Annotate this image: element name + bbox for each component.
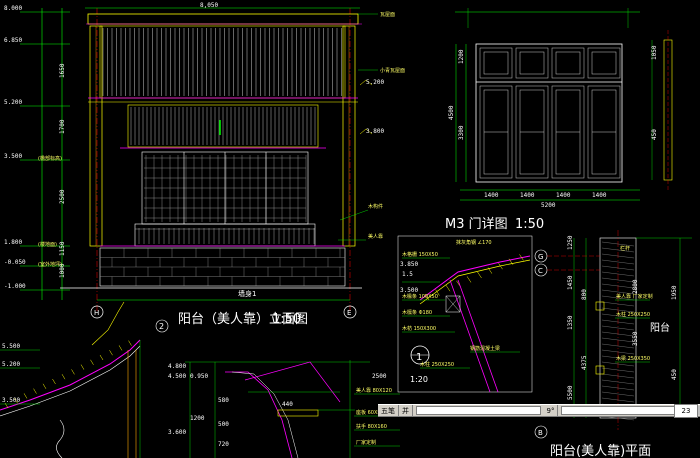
command-input-field[interactable]: [416, 406, 541, 415]
cad-drawing-canvas[interactable]: 阳台（美人靠）立面图 1:50 M3 门详图 1:50 阳台(美人靠)平面 墙身…: [0, 0, 700, 458]
ime-mode-label[interactable]: 五笔: [378, 405, 399, 416]
plan-note: 栏杆: [620, 245, 630, 252]
plan-room-label: 阳台: [650, 321, 670, 334]
door-right-dimension: 1050: [651, 45, 658, 60]
section-dimension: 500: [218, 421, 229, 428]
plan-note: 木梁 250X350: [616, 355, 650, 362]
left-level-mark: 6.850: [4, 37, 22, 44]
left-mid-dimension: 1150: [59, 241, 66, 256]
ime-option-label[interactable]: 并: [399, 405, 413, 416]
bottom-left-level-mark: 5.500: [2, 343, 20, 350]
left-mid-dimension: 1700: [59, 119, 66, 134]
left-mid-dimension: 1650: [59, 63, 66, 78]
elevation-callout: 美人靠: [368, 233, 383, 240]
detail-note: 木柱 250X250: [420, 361, 454, 368]
left-level-mark: -1.000: [4, 283, 26, 290]
bottom-left-level-mark: 3.500: [2, 397, 20, 404]
section-dimension: 2500: [372, 373, 387, 380]
section-dimension: 440: [282, 401, 293, 408]
plan-dimension: 450: [671, 369, 678, 380]
plan-note: 木柱 250X250: [616, 311, 650, 318]
left-level-mark: 5.200: [4, 99, 22, 106]
detail-dimension: 1.5: [402, 271, 413, 278]
plan-dimension: 1950: [671, 285, 678, 300]
elevation-title-scale: 1:50: [272, 312, 301, 327]
detail-marker-2: 2: [159, 322, 164, 331]
door-total-dimension: 5200: [541, 202, 556, 209]
command-input-field-2[interactable]: [561, 406, 686, 415]
section-dimension: 0.950: [190, 373, 208, 380]
detail-scale: 1:20: [410, 375, 428, 384]
section-dimension: 580: [218, 397, 229, 404]
door-title-scale: 1:50: [515, 217, 544, 232]
detail-note: 钢筋混凝土梁: [470, 345, 500, 352]
section-dimension: 3.600: [168, 429, 186, 436]
door-top-dimension: 1400: [484, 192, 499, 199]
right-level-mark: 3.800: [366, 128, 384, 135]
door-left-dimension: 3300: [458, 125, 465, 140]
plan-note: 美人靠 厂家定制: [616, 293, 653, 300]
door-title: M3 门详图: [445, 217, 508, 232]
elevation-level-note: (檐部标高): [38, 155, 62, 162]
door-left-dimension: 1200: [458, 49, 465, 64]
section-dimension: 1200: [190, 415, 205, 422]
top-dimension: 8,050: [200, 2, 218, 9]
left-level-mark: 3.500: [4, 153, 22, 160]
axis-h: H: [94, 309, 99, 317]
section-dimension: 720: [218, 441, 229, 448]
section-note: 厂家定制: [356, 439, 376, 446]
plan-dimension: 800: [581, 289, 588, 300]
page-number-badge: 23: [674, 404, 698, 418]
detail-note: 木椽条 100X50: [402, 293, 438, 300]
detail-dimension: 3.850: [400, 261, 418, 268]
left-mid-dimension: 2500: [59, 189, 66, 204]
left-level-mark: 1.800: [4, 239, 22, 246]
plan-dimension: 1250: [567, 235, 574, 250]
left-level-mark: 8.000: [4, 5, 22, 12]
plan-title: 阳台(美人靠)平面: [550, 444, 651, 458]
axis-g: G: [538, 253, 543, 261]
axis-e: E: [347, 309, 351, 317]
section-dimension: 4.500: [168, 373, 186, 380]
elevation-callout: 瓦屋面: [380, 12, 395, 18]
plan-dimension: 3550: [632, 331, 639, 346]
axis-b: B: [538, 429, 543, 437]
right-level-mark: 5.200: [366, 79, 384, 86]
left-level-mark: -0.050: [4, 259, 26, 266]
bottom-left-level-mark: 5.200: [2, 361, 20, 368]
command-input-bar[interactable]: 五笔 并 9°: [378, 404, 700, 417]
detail-note: 抹灰角钢 ∠170: [456, 239, 492, 246]
elevation-level-note: (室外地坪): [38, 261, 62, 268]
plan-dimension: 4375: [581, 355, 588, 370]
detail-note: 木檩条 Φ180: [402, 309, 432, 316]
axis-c: C: [538, 267, 543, 275]
door-top-dimension: 1400: [556, 192, 571, 199]
door-right-dimension: 450: [651, 129, 658, 140]
plan-dimension: 5500: [567, 385, 574, 400]
plan-dimension: 1450: [567, 275, 574, 290]
door-left-dimension: 4500: [448, 105, 455, 120]
plan-dimension: 1350: [567, 315, 574, 330]
section-dimension: 4.800: [168, 363, 186, 370]
section-note: 扶手 80X160: [356, 423, 387, 430]
section-note: 美人靠 80X120: [356, 387, 392, 394]
elevation-callout: 木构件: [368, 203, 383, 210]
detail-dimension: 3.500: [400, 287, 418, 294]
detail-note: 木格栅 150X50: [402, 251, 438, 258]
door-top-dimension: 1400: [592, 192, 607, 199]
degree-readout: 9°: [544, 405, 559, 416]
wall-label: 墙身1: [238, 289, 256, 298]
plan-dimension: 2800: [632, 279, 639, 294]
elevation-callout: 小青瓦屋面: [380, 67, 405, 74]
door-top-dimension: 1400: [520, 192, 535, 199]
elevation-level-note: (楼地面): [38, 241, 57, 248]
detail-note: 木枋 150X300: [402, 325, 436, 332]
